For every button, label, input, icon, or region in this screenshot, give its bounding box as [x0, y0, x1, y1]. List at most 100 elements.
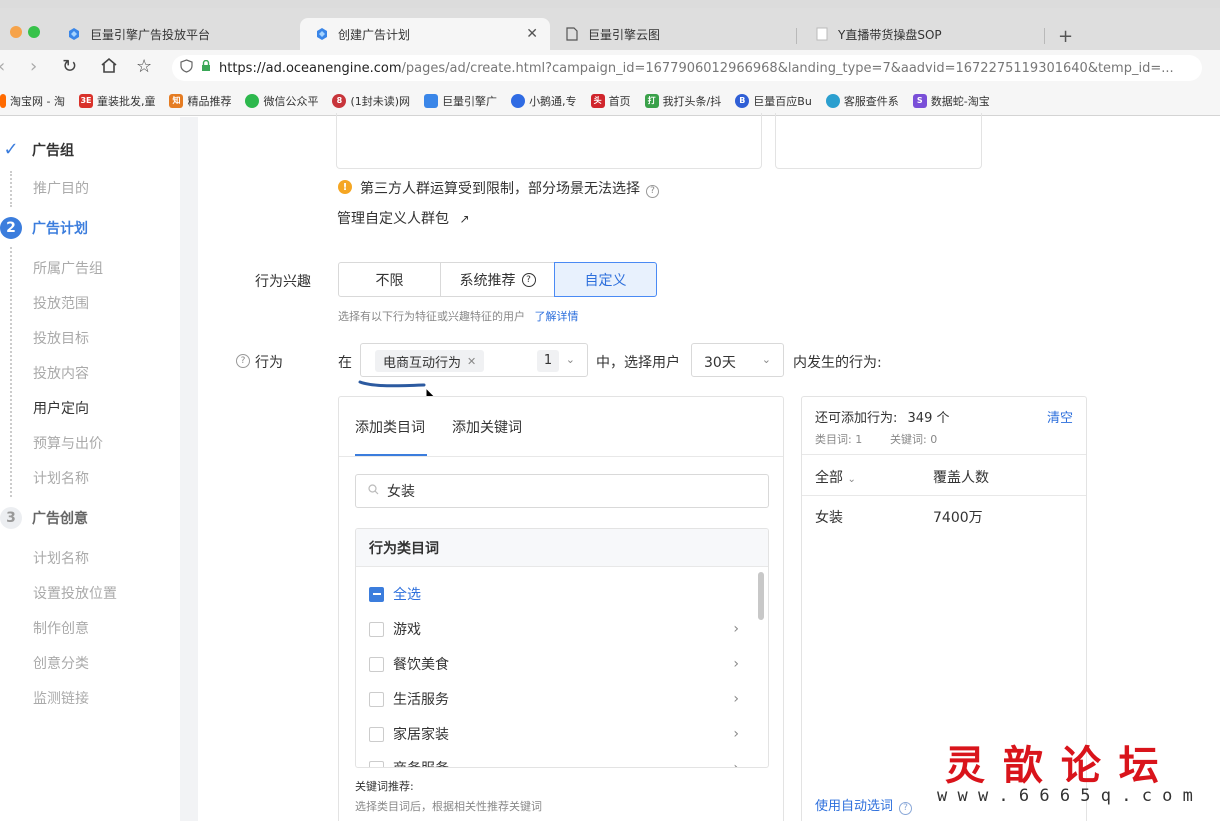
new-tab-icon[interactable]: +: [1058, 26, 1073, 47]
bookmark-item[interactable]: 客服查件系: [825, 93, 899, 109]
interest-option-recommended[interactable]: 系统推荐?: [440, 262, 555, 297]
help-icon[interactable]: ?: [236, 354, 250, 368]
bookmark-item[interactable]: B 巨量百应Bu: [735, 93, 812, 109]
bookmarks-bar: 淘宝网 - 淘 3E 童装批发,童 知精品推荐 微信公众平 8 (1封未读)网 巨量…: [0, 86, 1220, 116]
tab-label: 巨量引擎广告投放平台: [90, 27, 211, 42]
bookmark-item[interactable]: 知精品推荐: [169, 93, 231, 109]
tab-live-sop[interactable]: Y直播带货操盘SOP: [800, 18, 1044, 50]
checkbox[interactable]: [369, 691, 384, 707]
back-icon[interactable]: ›: [30, 56, 37, 77]
tag-close-icon[interactable]: ✕: [467, 355, 476, 368]
category-row[interactable]: 餐饮美食 ›: [369, 654, 739, 674]
step-item[interactable]: 推广目的: [33, 178, 89, 198]
step-item[interactable]: 设置投放位置: [33, 583, 117, 603]
select-all-row[interactable]: 全选: [369, 584, 739, 604]
step-item-active[interactable]: 用户定向: [33, 398, 89, 418]
step-item[interactable]: 制作创意: [33, 618, 89, 638]
behavior-mid-text: 中，选择用户: [596, 355, 680, 371]
manage-audience-link[interactable]: 管理自定义人群包 ↗: [337, 208, 470, 228]
tab-add-category[interactable]: 添加类目词: [355, 417, 425, 437]
step-number: 3: [0, 507, 22, 529]
window-close-dot[interactable]: [10, 26, 22, 38]
checkbox[interactable]: [369, 760, 384, 767]
reload-icon[interactable]: ↻: [62, 56, 77, 77]
clear-button[interactable]: 清空: [1047, 407, 1073, 426]
xiaoe-icon: [511, 93, 526, 108]
step-item[interactable]: 投放目标: [33, 328, 89, 348]
window-zoom-dot[interactable]: [28, 26, 40, 38]
tab-ad-platform[interactable]: 巨量引擎广告投放平台: [52, 18, 300, 50]
bookmark-item[interactable]: 8 (1封未读)网: [332, 93, 410, 109]
step-title: 广告计划: [32, 221, 88, 237]
step-ad-group[interactable]: ✓ 广告组: [0, 139, 74, 160]
checkbox[interactable]: [369, 726, 384, 742]
help-icon[interactable]: ?: [899, 801, 913, 815]
category-row[interactable]: 商务服务 ›: [369, 758, 739, 767]
bookmark-item[interactable]: 小鹅通,专: [511, 93, 577, 109]
step-item[interactable]: 计划名称: [33, 548, 89, 568]
bookmark-item[interactable]: 淘宝网 - 淘: [0, 93, 65, 109]
help-icon[interactable]: ?: [646, 184, 659, 198]
checkbox[interactable]: [369, 656, 384, 672]
forward-icon[interactable]: ‹: [0, 56, 5, 77]
step-title: 广告组: [32, 142, 74, 159]
bookmark-item[interactable]: 头首页: [590, 93, 631, 109]
bookmark-star-icon[interactable]: ☆: [136, 56, 152, 77]
mail-icon: 8: [332, 93, 347, 108]
scrollbar[interactable]: [758, 572, 764, 620]
warning-icon: !: [338, 180, 352, 194]
step-ad-plan[interactable]: 2 广告计划: [0, 217, 88, 239]
keyword-recommend-title: 关键词推荐:: [355, 780, 414, 793]
interest-option-unlimited[interactable]: 不限: [338, 262, 441, 297]
step-ad-creative[interactable]: 3 广告创意: [0, 507, 88, 529]
chevron-down-icon: ⌄: [847, 474, 856, 485]
step-item[interactable]: 投放内容: [33, 363, 89, 383]
site-icon: B: [735, 93, 750, 108]
interest-option-custom[interactable]: 自定义: [554, 262, 657, 297]
category-row[interactable]: 家居家装 ›: [369, 724, 739, 744]
step-item[interactable]: 计划名称: [33, 468, 89, 488]
bookmark-item[interactable]: 微信公众平: [245, 93, 318, 109]
site-icon: 打: [644, 93, 659, 108]
learn-more-link[interactable]: 了解详情: [535, 310, 579, 323]
keyword-recommend-hint: 选择类目词后，根据相关性推荐关键词: [355, 800, 542, 813]
category-row[interactable]: 游戏 ›: [369, 619, 739, 639]
tab-add-keyword[interactable]: 添加关键词: [452, 417, 522, 437]
bookmark-item[interactable]: 巨量引擎广: [424, 93, 497, 109]
tab-yuntu[interactable]: 巨量引擎云图: [550, 18, 796, 50]
category-row[interactable]: 生活服务 ›: [369, 689, 739, 709]
audience-box: [336, 113, 762, 169]
bookmark-item[interactable]: 打我打头条/抖: [644, 93, 721, 109]
site-icon: [825, 93, 840, 108]
external-link-icon: ↗: [459, 212, 470, 226]
chevron-down-icon: ⌄: [761, 353, 771, 366]
help-icon[interactable]: ?: [521, 272, 536, 287]
step-item[interactable]: 预算与出价: [33, 433, 103, 453]
bookmark-item[interactable]: 3E 童装批发,童: [78, 93, 155, 109]
behavior-days-select[interactable]: 30天 ⌄: [691, 343, 784, 377]
filter-all-dropdown[interactable]: 全部 ⌄: [815, 467, 856, 487]
url-field[interactable]: https://ad.oceanengine.com/pages/ad/crea…: [172, 55, 1202, 81]
tab-close-icon[interactable]: ✕: [526, 26, 538, 42]
bookmark-item[interactable]: S 数据蛇-淘宝: [912, 93, 990, 109]
url-path: /pages/ad/create.html?campaign_id=167790…: [401, 60, 1174, 76]
auto-select-link[interactable]: 使用自动选词?: [815, 795, 913, 815]
indeterminate-checkbox[interactable]: [369, 586, 384, 602]
checkbox[interactable]: [369, 621, 384, 637]
home-icon[interactable]: [100, 57, 118, 79]
step-item[interactable]: 投放范围: [33, 293, 89, 313]
selected-behavior-row[interactable]: 女装 7400万: [802, 505, 1086, 529]
page-icon: [564, 26, 580, 42]
category-search-input[interactable]: 女装: [355, 474, 769, 508]
behavior-scene-select[interactable]: 电商互动行为 ✕ 1 ⌄: [360, 343, 588, 377]
chevron-right-icon: ›: [733, 621, 739, 637]
tab-separator: [796, 28, 797, 44]
pen-underline-annotation: [358, 380, 426, 388]
oceanengine-icon: [66, 26, 82, 42]
step-item[interactable]: 所属广告组: [33, 258, 103, 278]
step-item[interactable]: 创意分类: [33, 653, 89, 673]
warning-text: 第三方人群运算受到限制，部分场景无法选择?: [360, 178, 659, 198]
tab-create-plan[interactable]: 创建广告计划 ✕: [300, 18, 550, 50]
step-item[interactable]: 监测链接: [33, 688, 89, 708]
step-connector: [10, 171, 12, 207]
